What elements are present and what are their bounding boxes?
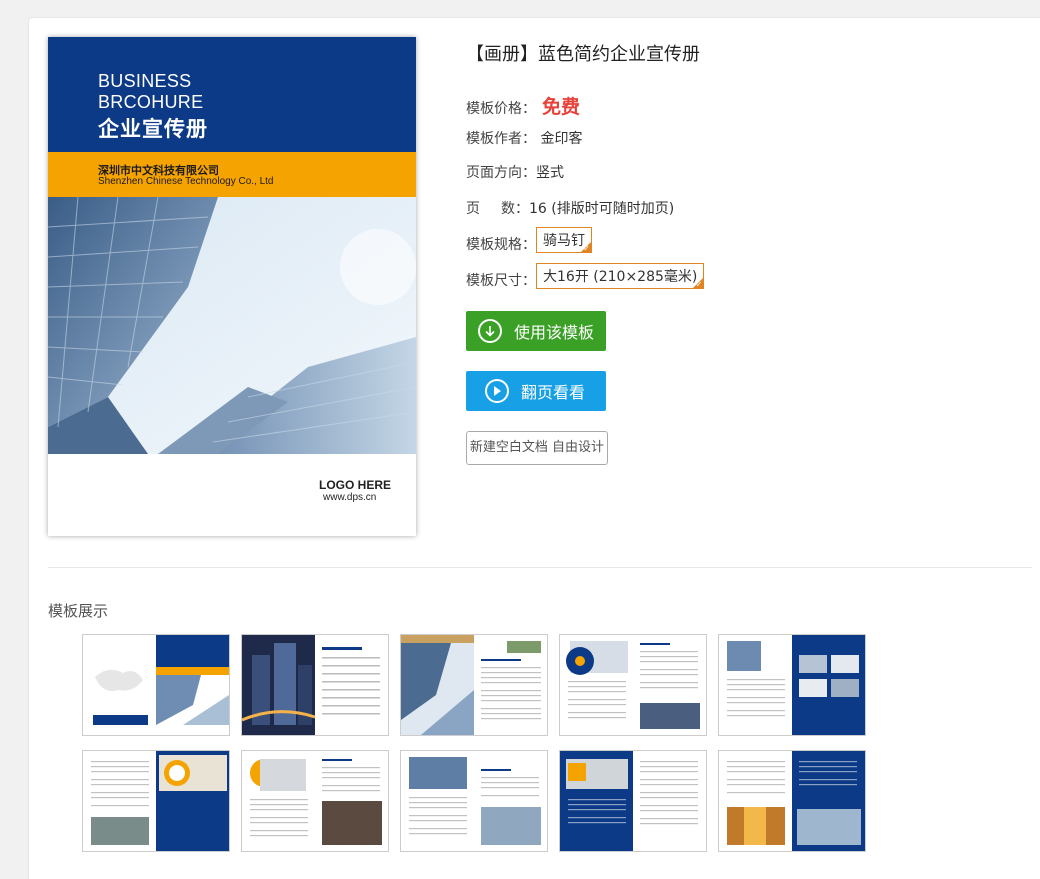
preview-thumbnail-9[interactable] — [559, 750, 707, 852]
preview-thumbnail-7[interactable] — [241, 750, 389, 852]
preview-thumbnail-4[interactable] — [559, 634, 707, 736]
thumbnail-6-image — [83, 751, 229, 851]
cover-english-line-1: BUSINESS — [98, 71, 192, 91]
pages-label-1: 页 — [466, 201, 480, 217]
preview-thumbnail-3[interactable] — [400, 634, 548, 736]
thumbnail-4-image — [560, 635, 706, 735]
author-row: 模板作者： 金印客 — [466, 128, 582, 148]
size-label: 模板尺寸： — [466, 273, 536, 289]
thumbnail-2-image — [242, 635, 388, 735]
thumbnail-7-image — [242, 751, 388, 851]
download-arrow-icon — [478, 319, 502, 343]
preview-section-title: 模板展示 — [48, 602, 109, 620]
flip-view-label: 翻页看看 — [521, 383, 586, 402]
use-template-label: 使用该模板 — [514, 323, 595, 342]
use-template-button[interactable]: 使用该模板 — [466, 311, 606, 351]
size-option-label: 大16开 (210×285毫米) — [543, 269, 698, 285]
size-row: 模板尺寸： — [466, 270, 536, 290]
check-icon: ✓ — [583, 244, 590, 253]
author-label: 模板作者： — [466, 131, 536, 147]
author-value: 金印客 — [540, 131, 583, 147]
thumbnail-8-image — [401, 751, 547, 851]
preview-thumbnail-10[interactable] — [718, 750, 866, 852]
preview-thumbnail-5[interactable] — [718, 634, 866, 736]
cover-preview[interactable]: BUSINESS BRCOHURE 企业宣传册 深圳市中文科技有限公司 Shen… — [48, 37, 416, 536]
preview-thumbnail-6[interactable] — [82, 750, 230, 852]
cover-english-title: BUSINESS BRCOHURE — [98, 71, 203, 113]
spec-option-label: 骑马钉 — [543, 233, 585, 249]
section-divider — [48, 567, 1032, 568]
cover-chinese-title: 企业宣传册 — [98, 117, 208, 141]
orientation-row: 页面方向：竖式 — [466, 162, 564, 182]
orientation-label: 页面方向： — [466, 165, 536, 181]
thumbnail-9-image — [560, 751, 706, 851]
cover-logo-text: LOGO HERE — [319, 478, 392, 492]
check-icon: ✓ — [695, 280, 703, 289]
pages-row: 页 数：16 (排版时可随时加页) — [466, 198, 674, 218]
cover-company-en: Shenzhen Chinese Technology Co., Ltd — [98, 176, 274, 187]
thumbnail-10-image — [719, 751, 865, 851]
preview-thumbnail-8[interactable] — [400, 750, 548, 852]
flip-view-button[interactable]: 翻页看看 — [466, 371, 606, 411]
play-icon — [485, 379, 509, 403]
spec-label: 模板规格： — [466, 237, 536, 253]
size-option-selected[interactable]: 大16开 (210×285毫米) ✓ — [536, 263, 705, 289]
preview-thumbnail-2[interactable] — [241, 634, 389, 736]
cover-english-line-2: BRCOHURE — [98, 92, 204, 112]
new-blank-document-button[interactable]: 新建空白文档 自由设计 — [466, 431, 608, 465]
thumbnail-3-image — [401, 635, 547, 735]
price-row: 模板价格： 免费 — [466, 92, 580, 119]
cover-url-text: www.dps.cn — [323, 492, 377, 503]
cover-buildings-image — [48, 197, 416, 454]
preview-thumbnail-1[interactable] — [82, 634, 230, 736]
price-value: 免费 — [542, 96, 581, 118]
template-title: 【画册】蓝色简约企业宣传册 — [466, 44, 700, 65]
pages-label-2: 数： — [501, 201, 529, 217]
orientation-value: 竖式 — [536, 165, 564, 181]
spec-row: 模板规格： — [466, 234, 536, 254]
spec-option-selected[interactable]: 骑马钉 ✓ — [536, 227, 592, 253]
thumbnail-5-image — [719, 635, 865, 735]
price-label: 模板价格： — [466, 101, 536, 117]
thumbnail-1-image — [83, 635, 229, 735]
pages-value: 16 (排版时可随时加页) — [529, 201, 675, 217]
